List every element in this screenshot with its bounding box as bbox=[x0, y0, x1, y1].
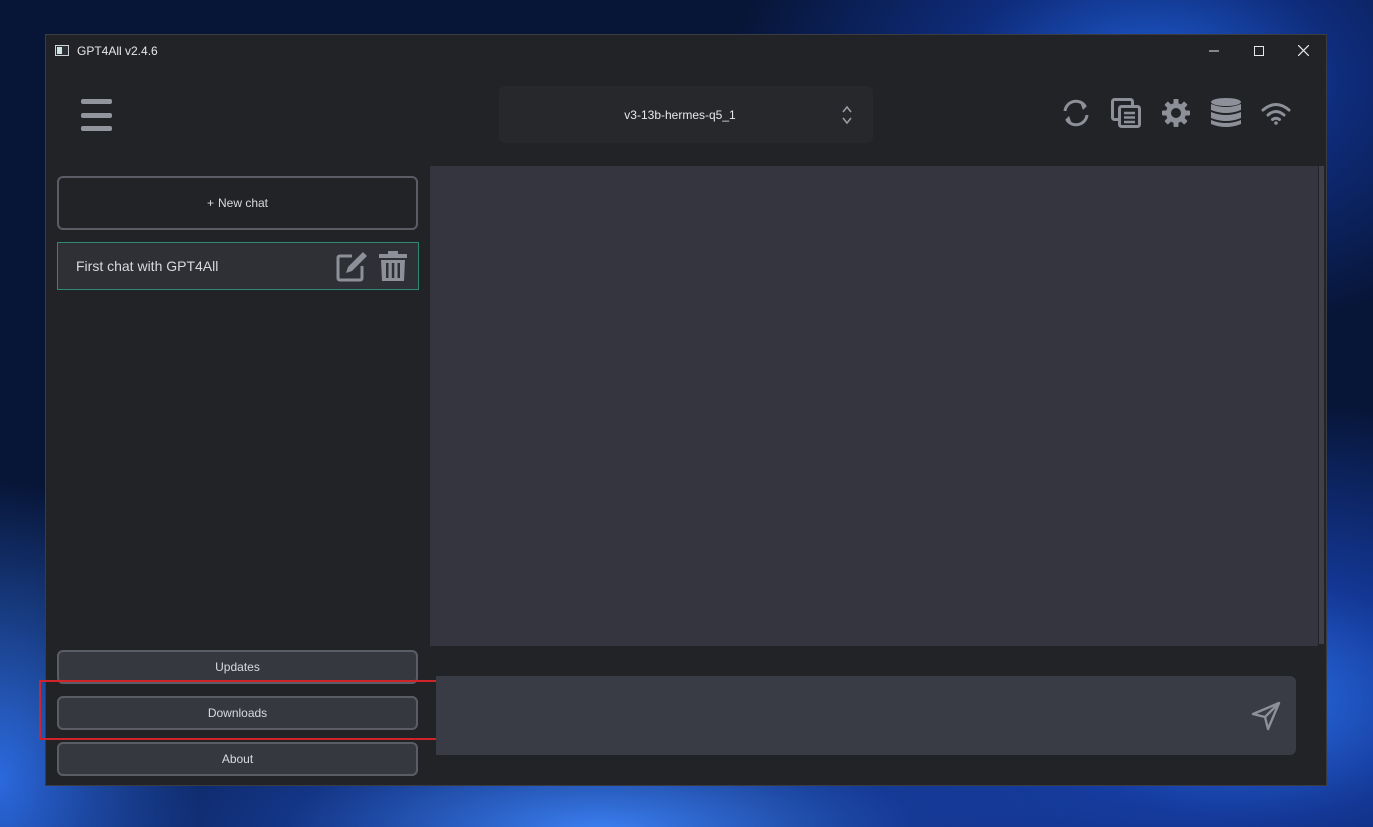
copy-icon bbox=[1111, 98, 1141, 128]
chat-scrollbar[interactable] bbox=[1319, 166, 1324, 644]
window-title: GPT4All v2.4.6 bbox=[77, 43, 158, 58]
maximize-icon bbox=[1253, 45, 1264, 56]
send-button[interactable] bbox=[1250, 700, 1282, 732]
chevron-updown-icon bbox=[842, 105, 852, 125]
minimize-icon bbox=[1208, 50, 1219, 51]
toolbar-icons bbox=[1060, 97, 1292, 129]
send-icon bbox=[1251, 701, 1281, 731]
settings-icon bbox=[1162, 99, 1190, 127]
window-controls bbox=[1191, 35, 1326, 66]
hamburger-line bbox=[81, 126, 112, 131]
close-icon bbox=[1298, 45, 1309, 56]
sidebar: + New chat First chat with GPT4All Updat… bbox=[39, 166, 442, 786]
settings-button[interactable] bbox=[1160, 97, 1192, 129]
plus-icon: + bbox=[206, 196, 214, 210]
updates-button[interactable]: Updates bbox=[57, 650, 418, 684]
database-icon bbox=[1211, 98, 1241, 127]
chat-view bbox=[430, 166, 1318, 646]
local-docs-button[interactable] bbox=[1210, 97, 1242, 129]
reset-icon bbox=[1063, 99, 1089, 127]
about-button[interactable]: About bbox=[57, 742, 418, 776]
network-button[interactable] bbox=[1260, 97, 1292, 129]
copy-conversation-button[interactable] bbox=[1110, 97, 1142, 129]
hamburger-line bbox=[81, 99, 112, 104]
chat-list-item[interactable]: First chat with GPT4All bbox=[57, 242, 419, 290]
chat-title: First chat with GPT4All bbox=[76, 258, 219, 274]
app-window: GPT4All v2.4.6 v3-13b-hermes-q5_1 + New … bbox=[39, 34, 1327, 786]
app-logo-icon bbox=[55, 45, 69, 56]
reset-context-button[interactable] bbox=[1060, 97, 1092, 129]
maximize-button[interactable] bbox=[1236, 35, 1281, 66]
message-input[interactable] bbox=[436, 676, 1296, 755]
hamburger-line bbox=[81, 112, 112, 118]
chat-actions bbox=[336, 250, 408, 282]
network-icon bbox=[1261, 103, 1291, 125]
top-toolbar: v3-13b-hermes-q5_1 bbox=[46, 66, 1326, 166]
model-selector[interactable]: v3-13b-hermes-q5_1 bbox=[499, 86, 873, 143]
edit-icon[interactable] bbox=[336, 250, 368, 282]
title-bar: GPT4All v2.4.6 bbox=[46, 35, 1326, 66]
new-chat-label: New chat bbox=[217, 196, 269, 210]
minimize-button[interactable] bbox=[1191, 35, 1236, 66]
new-chat-button[interactable]: + New chat bbox=[57, 176, 418, 230]
trash-icon[interactable] bbox=[378, 250, 408, 282]
downloads-button[interactable]: Downloads bbox=[57, 696, 418, 730]
close-button[interactable] bbox=[1281, 35, 1326, 66]
hamburger-menu-button[interactable] bbox=[81, 99, 112, 131]
model-selector-value: v3-13b-hermes-q5_1 bbox=[624, 107, 736, 122]
